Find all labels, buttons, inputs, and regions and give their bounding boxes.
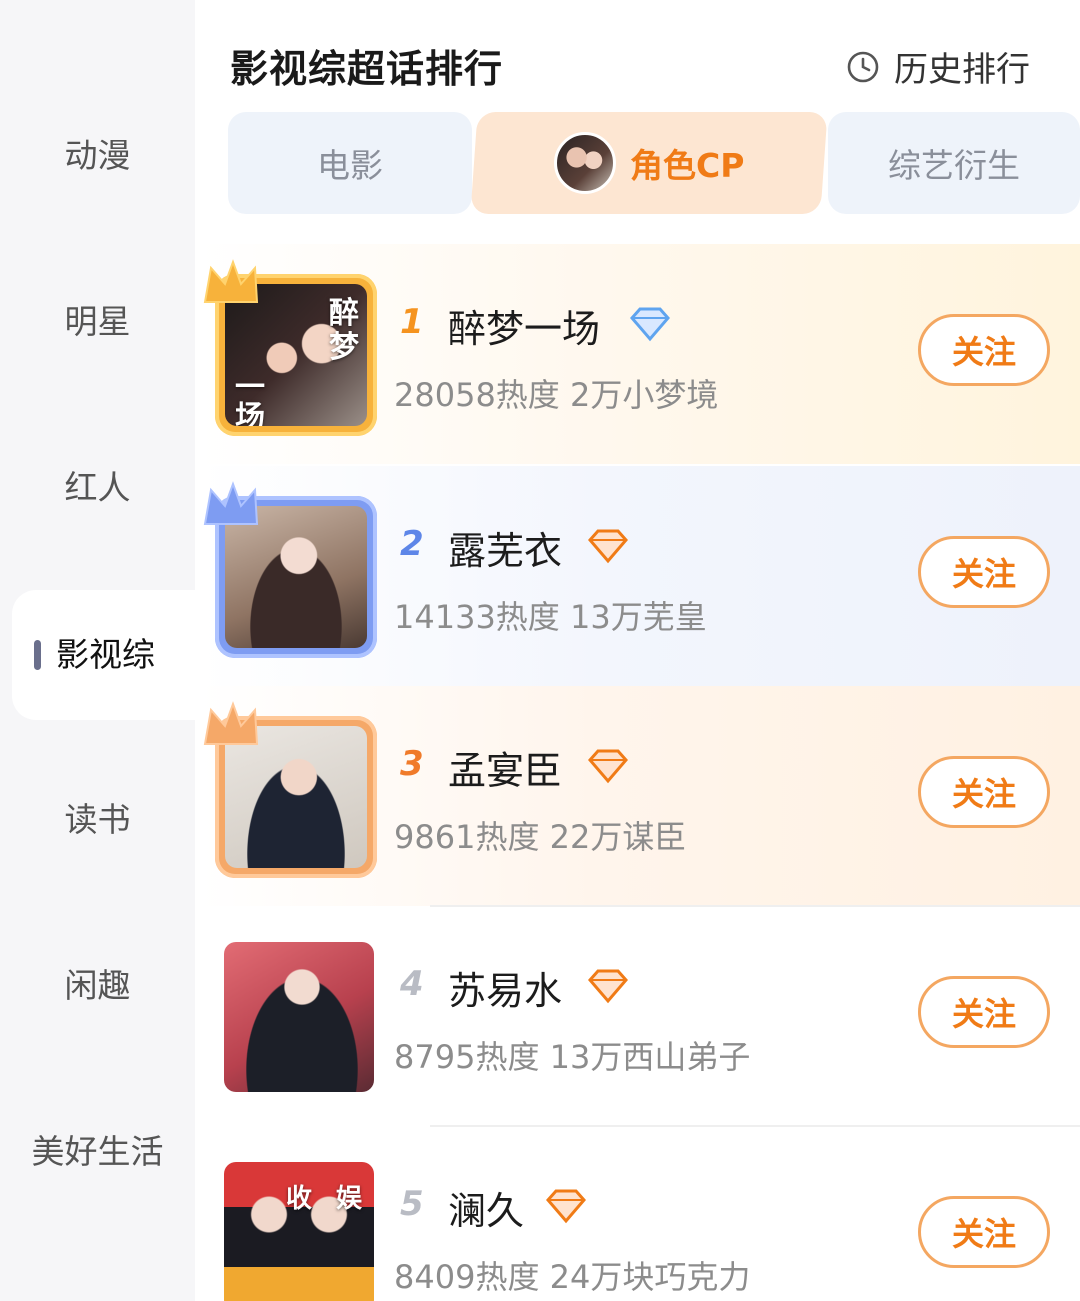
sidebar-item-good-life[interactable]: 美好生活 — [0, 1132, 195, 1172]
heat-value: 9861热度 — [394, 818, 540, 856]
fans-count: 2万小梦境 — [569, 376, 719, 414]
page-title: 影视综超话排行 — [230, 47, 504, 91]
follow-button[interactable]: 关注 — [918, 314, 1050, 386]
category-sidebar: 动漫 明星 红人 影视综 读书 闲趣 美好生活 — [0, 0, 212, 1301]
sidebar-item-film-tv[interactable]: 影视综 — [12, 590, 212, 720]
diamond-badge-icon — [588, 969, 628, 1004]
topic-name: 醉梦一场 — [448, 307, 601, 351]
diamond-badge-icon — [546, 1189, 586, 1224]
heat-value: 14133热度 — [394, 598, 560, 636]
crown-icon — [203, 259, 259, 303]
topic-name: 苏易水 — [448, 969, 563, 1013]
topic-name: 澜久 — [448, 1189, 525, 1233]
rank-number: 4 — [400, 964, 424, 1004]
topic-stats: 9861热度 22万谋臣 — [394, 812, 686, 858]
topic-stats: 28058热度 2万小梦境 — [394, 370, 718, 416]
topic-thumbnail — [224, 942, 374, 1092]
follow-button[interactable]: 关注 — [918, 1196, 1050, 1268]
rank-number: 5 — [400, 1184, 424, 1224]
thumbnail-caption: 梦 — [329, 330, 359, 365]
fans-count: 13万西山弟子 — [549, 1038, 751, 1076]
diamond-badge-icon — [588, 529, 628, 564]
diamond-badge-icon — [588, 749, 628, 784]
heat-value: 28058热度 — [394, 376, 560, 414]
thumbnail-caption: 收 — [286, 1184, 313, 1214]
sidebar-item-reading[interactable]: 读书 — [0, 800, 195, 840]
thumbnail-caption: 娱 — [336, 1184, 363, 1214]
sidebar-item-label: 影视综 — [56, 635, 155, 674]
fans-count: 24万块巧克力 — [549, 1258, 751, 1296]
fans-count: 13万芜皇 — [569, 598, 707, 636]
sidebar-item-leisure[interactable]: 闲趣 — [0, 966, 195, 1006]
ranking-row[interactable]: 4 苏易水 8795热度 13万西山弟子 关注 — [200, 906, 1080, 1126]
topic-stats: 8409热度 24万块巧克力 — [394, 1252, 750, 1298]
follow-button[interactable]: 关注 — [918, 756, 1050, 828]
topic-name: 露芜衣 — [448, 529, 563, 573]
active-indicator — [34, 640, 41, 670]
rank-number: 2 — [400, 524, 424, 564]
history-ranking-label: 历史排行 — [894, 50, 1030, 90]
heat-value: 8795热度 — [394, 1038, 540, 1076]
tab-label: 电影 — [317, 146, 383, 185]
thumbnail-frame-orange — [203, 701, 377, 878]
history-ranking-button[interactable]: 历史排行 — [846, 42, 1030, 91]
sidebar-item-influencers[interactable]: 红人 — [0, 468, 195, 508]
ranking-row[interactable]: 醉 梦 一 场 1 醉梦一场 28058热度 2万小梦境 关注 — [200, 244, 1080, 464]
sidebar-item-anime[interactable]: 动漫 — [0, 136, 195, 176]
tab-avatar — [553, 132, 616, 194]
tab-movie[interactable]: 电影 — [228, 112, 472, 214]
fans-count: 22万谋臣 — [549, 818, 687, 856]
ranking-row[interactable]: 3 孟宴臣 9861热度 22万谋臣 关注 — [200, 686, 1080, 906]
tab-role-cp[interactable]: 角色CP — [470, 112, 828, 214]
topic-thumbnail: 收 娱 — [224, 1162, 374, 1301]
follow-button[interactable]: 关注 — [918, 536, 1050, 608]
ranking-row[interactable]: 收 娱 5 澜久 8409热度 24万块巧克力 关注 — [200, 1126, 1080, 1301]
tab-label: 综艺衍生 — [888, 146, 1020, 185]
topic-name: 孟宴臣 — [448, 749, 563, 793]
tab-variety-derivative[interactable]: 综艺衍生 — [828, 112, 1080, 214]
topic-stats: 8795热度 13万西山弟子 — [394, 1032, 750, 1078]
crown-icon — [203, 701, 259, 745]
tab-label: 角色CP — [629, 146, 745, 185]
category-tabs: 电影 角色CP 综艺衍生 — [222, 112, 1080, 214]
sidebar-item-stars[interactable]: 明星 — [0, 302, 195, 342]
ranking-row[interactable]: 2 露芜衣 14133热度 13万芜皇 关注 — [200, 466, 1080, 686]
thumbnail-caption: 场 — [235, 400, 265, 426]
crown-icon — [203, 481, 259, 525]
thumbnail-frame-gold: 醉 梦 一 场 — [203, 259, 377, 436]
rank-number: 3 — [400, 744, 424, 784]
topic-stats: 14133热度 13万芜皇 — [394, 592, 707, 638]
rank-number: 1 — [400, 302, 424, 342]
follow-button[interactable]: 关注 — [918, 976, 1050, 1048]
thumbnail-frame-blue — [203, 481, 377, 658]
heat-value: 8409热度 — [394, 1258, 540, 1296]
clock-icon — [847, 51, 879, 82]
diamond-badge-icon — [630, 307, 670, 342]
